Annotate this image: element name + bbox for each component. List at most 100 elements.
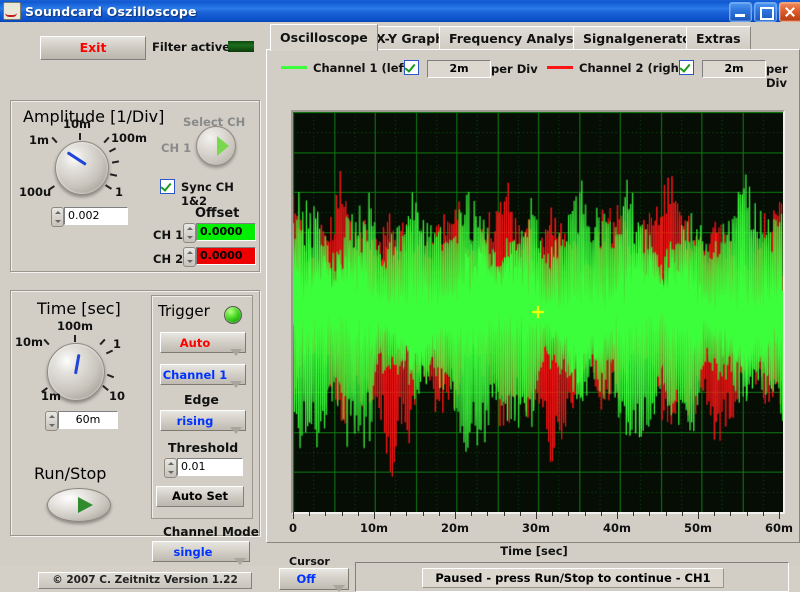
window-title: Soundcard Oszilloscope [25,3,197,19]
tab-bar: Oscilloscope X-Y Graph Frequency Analysi… [266,24,800,51]
x-axis-major-tick [779,512,780,519]
copyright-footer: © 2007 C. Zeitnitz Version 1.22 [38,572,252,589]
amplitude-spinner[interactable] [51,207,64,227]
x-axis-minor-tick [325,512,327,516]
x-axis-minor-tick [714,512,716,516]
tab-frequency-analysis[interactable]: Frequency Analysis [439,26,596,51]
trigger-threshold-value[interactable]: 0.01 [177,458,243,476]
x-axis-major-tick [374,512,375,519]
cursor-label: Cursor [289,555,330,568]
tab-oscilloscope[interactable]: Oscilloscope [270,24,378,51]
control-panel: Exit Filter active Amplitude [1/Div] 10m [0,22,266,589]
time-tick-label-1: 1 [113,337,122,351]
sync-ch-checkbox[interactable] [160,179,175,194]
amplitude-knob[interactable] [55,141,109,195]
trigger-edge-label: Edge [184,392,219,407]
auto-set-button[interactable]: Auto Set [156,486,244,507]
amplitude-value-field[interactable]: 0.002 [51,207,128,227]
x-axis-minor-tick [649,512,651,516]
time-spinner[interactable] [45,411,58,431]
amplitude-tick-label-10m: 10m [63,117,91,131]
x-axis: 0 10m 20m 30m 40m 50m 60m [289,512,793,542]
trigger-source-value: Channel 1 [162,367,228,382]
x-axis-minor-tick [422,512,424,516]
channel-2-color-swatch [547,66,573,69]
waveform-canvas[interactable] [293,112,783,512]
channel-2-checkbox[interactable] [679,60,694,75]
tab-extras[interactable]: Extras [686,26,751,51]
minimize-button[interactable] [729,2,752,22]
time-value[interactable]: 60m [58,411,118,429]
x-axis-title: Time [sec] [500,544,568,558]
exit-button[interactable]: Exit [40,36,146,60]
offset-ch1-label: CH 1 [153,228,184,242]
x-axis-minor-tick [552,512,554,516]
offset-ch1-field[interactable]: 0.0000 [183,223,256,243]
offset-ch2-value[interactable]: 0.0000 [196,247,256,265]
cursor-value: Off [296,572,316,586]
amplitude-tick-label-100u: 100u [19,185,52,199]
trigger-edge-dropdown[interactable]: rising [160,410,246,434]
cursor-dropdown[interactable]: Off [279,568,349,592]
channel-1-label: Channel 1 (left) [313,61,415,75]
x-axis-major-tick [455,512,456,519]
channel-1-color-swatch [281,66,307,69]
time-value-field[interactable]: 60m [45,411,118,431]
close-button[interactable] [779,2,800,22]
trigger-mode-value: Auto [179,335,211,350]
channel-1-checkbox[interactable] [404,60,419,75]
filter-active-led [228,41,254,52]
offset-ch1-spinner[interactable] [183,223,196,243]
x-axis-tick-label: 60m [765,521,793,535]
x-axis-tick-label: 30m [522,521,550,535]
x-axis-major-tick [536,512,537,519]
channel-mode-value: single [173,544,213,559]
trigger-title: Trigger [158,302,210,320]
filter-active-label: Filter active [152,40,231,54]
x-axis-major-tick [293,512,294,519]
trigger-led [224,306,242,324]
status-bar: Paused - press Run/Stop to continue - CH… [355,562,789,592]
maximize-button[interactable] [754,2,777,22]
x-axis-minor-tick [487,512,489,516]
channel-mode-dropdown[interactable]: single [152,541,250,565]
amplitude-value[interactable]: 0.002 [64,207,128,225]
x-axis-major-tick [698,512,699,519]
offset-ch2-label: CH 2 [153,252,184,266]
time-title: Time [sec] [37,299,121,318]
trigger-source-dropdown[interactable]: Channel 1 [160,364,246,388]
offset-ch2-spinner[interactable] [183,247,196,267]
x-axis-minor-tick [681,512,683,516]
scope-panel: Oscilloscope X-Y Graph Frequency Analysi… [266,22,800,592]
amplitude-tick-label-100m: 100m [111,131,147,145]
run-stop-button[interactable] [47,488,111,522]
x-axis-minor-tick [438,512,440,516]
tab-panel-oscilloscope: Channel 1 (left) 2m per Div Channel 2 (r… [266,49,800,592]
x-axis-minor-tick [471,512,473,516]
application-window: Soundcard Oszilloscope Exit Filter activ… [0,0,800,592]
channel-mode-label: Channel Mode [163,525,259,539]
run-stop-label: Run/Stop [34,464,107,483]
threshold-spinner[interactable] [164,458,177,478]
x-axis-minor-tick [406,512,408,516]
app-waveform-icon [3,2,21,20]
x-axis-minor-tick [568,512,570,516]
x-axis-minor-tick [309,512,311,516]
offset-ch2-field[interactable]: 0.0000 [183,247,256,267]
channel-1-per-div-value[interactable]: 2m [427,60,491,78]
x-axis-minor-tick [519,512,521,516]
trigger-threshold-field[interactable]: 0.01 [164,458,243,478]
amplitude-title: Amplitude [1/Div] [23,107,165,126]
x-axis-tick-label: 20m [441,521,469,535]
x-axis-minor-tick [600,512,602,516]
amplitude-tick-major [79,133,81,140]
time-tick-label-100m: 100m [57,319,93,333]
channel-2-per-div-value[interactable]: 2m [702,60,766,78]
channel-1-per-div-label: per Div [491,62,538,76]
oscilloscope-plot[interactable] [291,110,785,514]
sync-ch-label: Sync CH 1&2 [181,180,234,208]
offset-ch1-value[interactable]: 0.0000 [196,223,256,241]
trigger-mode-dropdown[interactable]: Auto [160,332,246,356]
select-ch-knob[interactable] [196,126,236,166]
title-bar: Soundcard Oszilloscope [0,0,800,22]
